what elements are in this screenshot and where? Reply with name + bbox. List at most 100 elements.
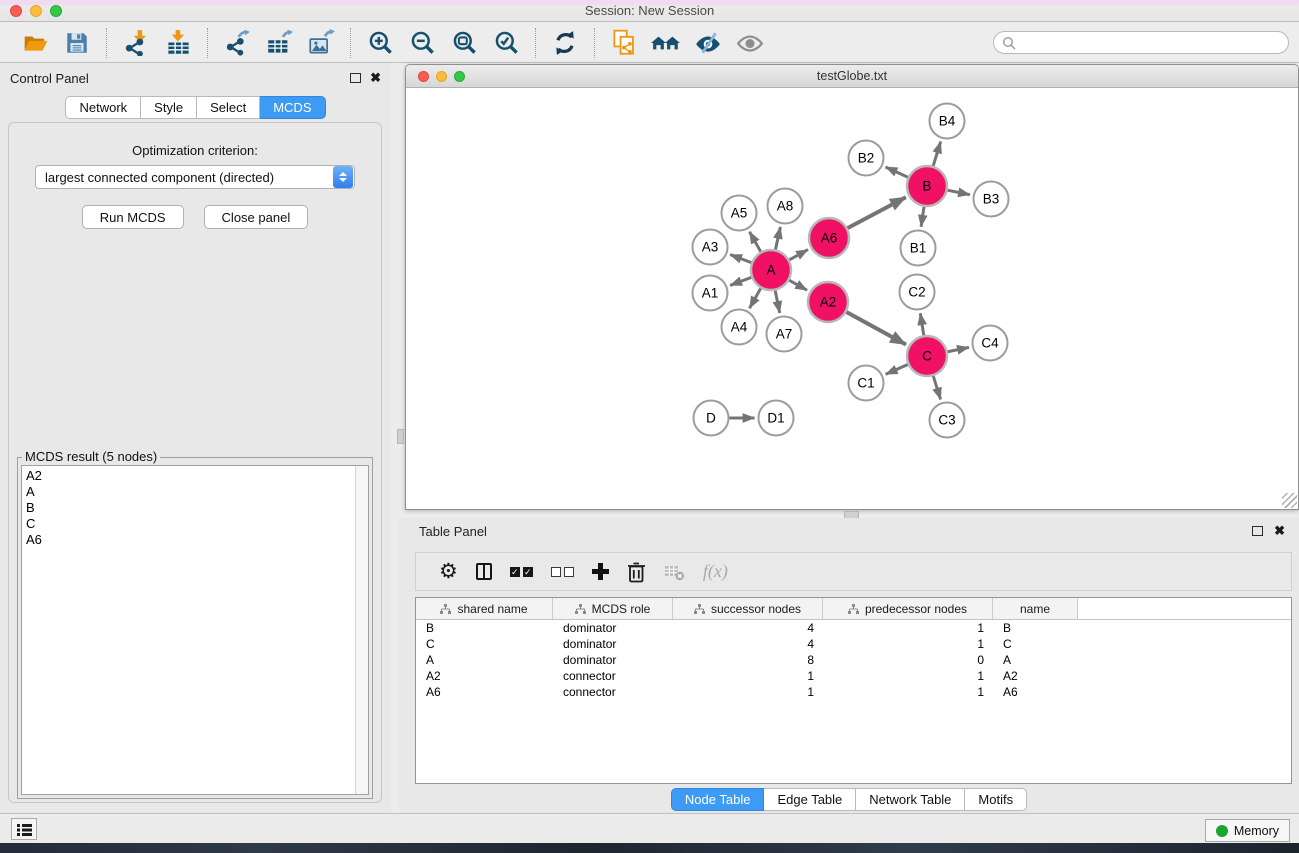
table-row[interactable]: Bdominator41B [416,620,1291,636]
column-header-predecessor-nodes[interactable]: predecessor nodes [823,598,993,619]
graph-node-D[interactable]: D [694,401,729,436]
edge-A-A8[interactable] [775,227,780,249]
table-cell[interactable]: connector [553,684,673,700]
column-header-name[interactable]: name [993,598,1078,619]
table-cell[interactable]: 1 [673,668,823,684]
vertical-splitter-handle[interactable] [397,429,404,444]
unselect-all-columns-button[interactable] [551,567,574,577]
node-table[interactable]: shared nameMCDS rolesuccessor nodesprede… [415,597,1292,784]
table-cell[interactable]: dominator [553,652,673,668]
zoom-in-button[interactable] [365,28,395,58]
table-cell[interactable]: 4 [673,620,823,636]
tab-mcds[interactable]: MCDS [260,96,325,119]
graph-node-C[interactable]: C [907,336,947,376]
table-cell[interactable]: dominator [553,636,673,652]
edge-C-C4[interactable] [948,347,969,351]
table-tab-motifs[interactable]: Motifs [965,788,1027,811]
table-cell[interactable]: B [416,620,553,636]
edge-A6-B[interactable] [848,197,906,228]
mcds-result-list[interactable]: A2ABCA6 [21,465,369,795]
table-cell[interactable]: 0 [823,652,993,668]
graph-node-C3[interactable]: C3 [930,403,965,438]
graph-node-A5[interactable]: A5 [722,196,757,231]
table-row[interactable]: A6connector11A6 [416,684,1291,700]
open-session-button[interactable] [20,28,50,58]
edge-A2-C[interactable] [846,312,905,344]
table-cell[interactable]: 4 [673,636,823,652]
table-cell[interactable]: B [993,620,1078,636]
edge-C-C1[interactable] [886,364,908,374]
table-tab-network-table[interactable]: Network Table [856,788,965,811]
clone-network-button[interactable] [609,28,639,58]
edge-A-A3[interactable] [730,255,751,263]
table-cell[interactable]: A2 [416,668,553,684]
table-cell[interactable]: A6 [993,684,1078,700]
table-cell[interactable]: connector [553,668,673,684]
graph-node-B2[interactable]: B2 [849,141,884,176]
edge-A-A4[interactable] [750,288,761,308]
column-header-MCDS-role[interactable]: MCDS role [553,598,673,619]
edge-B-B2[interactable] [886,167,908,177]
float-panel-icon[interactable] [350,73,361,83]
graph-node-A7[interactable]: A7 [767,317,802,352]
close-panel-button[interactable]: Close panel [204,205,309,229]
table-cell[interactable]: A [993,652,1078,668]
graph-node-A1[interactable]: A1 [693,276,728,311]
export-image-button[interactable] [306,28,336,58]
graph-node-B1[interactable]: B1 [901,231,936,266]
export-table-button[interactable] [264,28,294,58]
graph-node-B3[interactable]: B3 [974,182,1009,217]
tab-network[interactable]: Network [65,96,141,119]
table-cell[interactable]: C [416,636,553,652]
table-row[interactable]: Adominator80A [416,652,1291,668]
column-header-successor-nodes[interactable]: successor nodes [673,598,823,619]
network-canvas[interactable]: B4B2BB3A8A5A6A3B1AC2A1A2A4A7C4CC1C3DD1 [406,89,1298,509]
zoom-selected-button[interactable] [491,28,521,58]
import-table-button[interactable] [163,28,193,58]
graph-node-B4[interactable]: B4 [930,104,965,139]
table-cell[interactable]: A6 [416,684,553,700]
table-tab-node-table[interactable]: Node Table [671,788,765,811]
edge-A-A2[interactable] [789,280,807,290]
table-cell[interactable]: 1 [823,620,993,636]
table-row[interactable]: Cdominator41C [416,636,1291,652]
show-columns-button[interactable] [476,563,492,580]
result-item[interactable]: A [26,484,368,500]
show-hide-button[interactable] [735,28,765,58]
close-table-panel-icon[interactable]: ✖ [1274,523,1285,539]
select-all-columns-button[interactable]: ✓✓ [510,567,533,577]
graph-node-B[interactable]: B [907,166,947,206]
create-column-button[interactable] [592,563,609,580]
export-network-button[interactable] [222,28,252,58]
result-scrollbar[interactable] [355,466,368,794]
table-tab-edge-table[interactable]: Edge Table [764,788,856,811]
edge-A-A1[interactable] [730,277,751,285]
table-cell[interactable]: 8 [673,652,823,668]
table-cell[interactable]: A2 [993,668,1078,684]
search-input[interactable] [1016,34,1288,52]
edge-C-C2[interactable] [920,313,923,335]
memory-button[interactable]: Memory [1205,819,1290,842]
graph-node-D1[interactable]: D1 [759,401,794,436]
function-builder-button-disabled[interactable]: f(x) [703,561,728,582]
edge-A-A5[interactable] [750,232,761,252]
tab-style[interactable]: Style [141,96,197,119]
show-all-networks-button[interactable] [651,28,681,58]
graph-node-C2[interactable]: C2 [900,275,935,310]
edge-A-A7[interactable] [775,291,780,313]
result-item[interactable]: A6 [26,532,368,548]
ui-settings-menu-button[interactable] [11,818,37,840]
import-network-button[interactable] [121,28,151,58]
table-settings-button[interactable]: ⚙ [439,561,458,582]
zoom-fit-button[interactable] [449,28,479,58]
graph-node-A6[interactable]: A6 [809,218,849,258]
graph-node-A4[interactable]: A4 [722,310,757,345]
graph-node-C4[interactable]: C4 [973,326,1008,361]
run-mcds-button[interactable]: Run MCDS [82,205,184,229]
table-cell[interactable]: 1 [823,636,993,652]
result-item[interactable]: C [26,516,368,532]
edge-A-A6[interactable] [789,250,808,260]
refresh-button[interactable] [550,28,580,58]
graph-node-A2[interactable]: A2 [808,282,848,322]
edge-B-B4[interactable] [933,142,941,166]
